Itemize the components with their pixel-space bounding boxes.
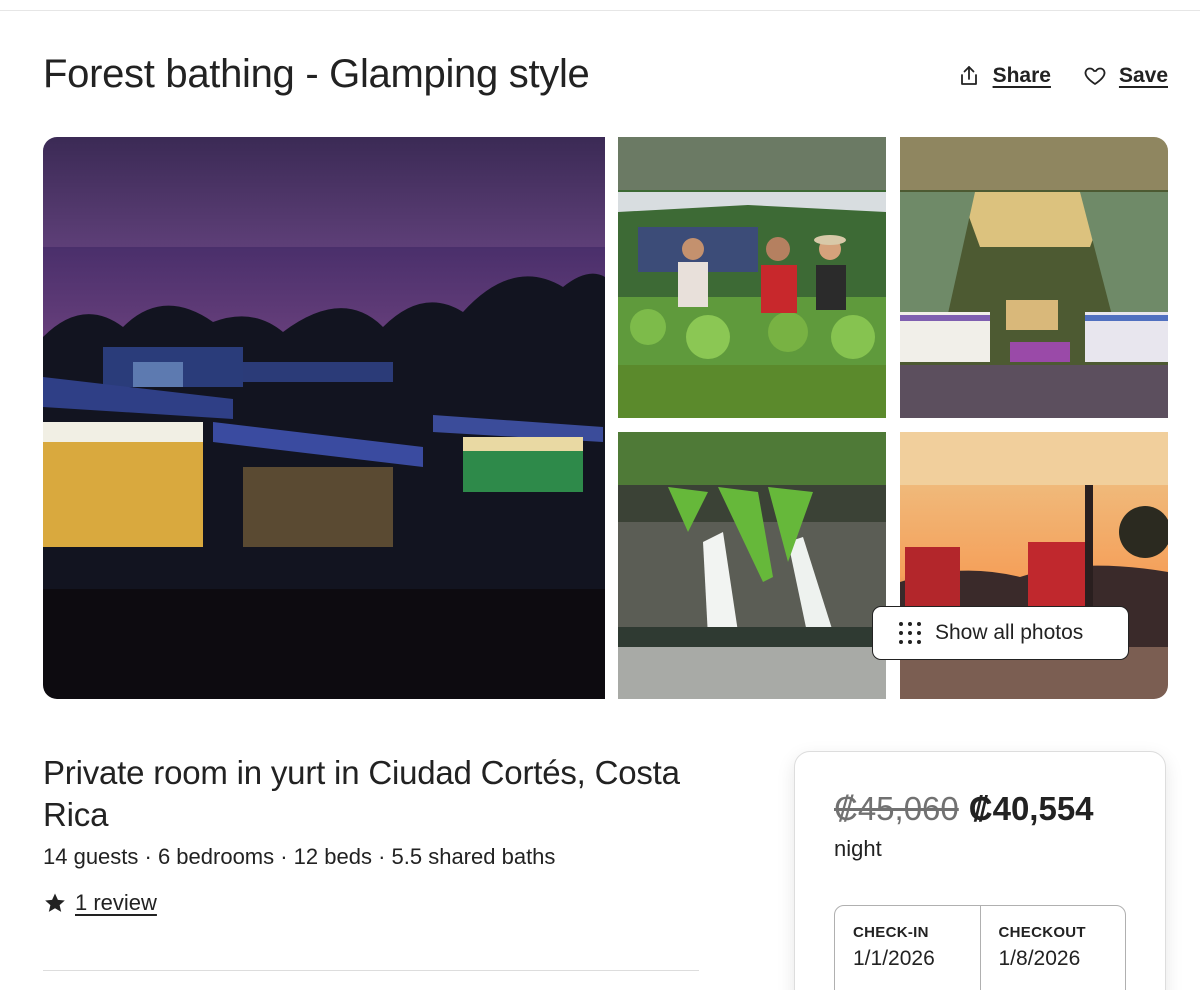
checkout-field[interactable]: CHECKOUT 1/8/2026 — [979, 906, 1126, 990]
checkout-value: 1/8/2026 — [998, 947, 1081, 970]
photo-garden-people[interactable] — [618, 137, 886, 418]
booking-card: ₡45,060 ₡40,554 night CHECK-IN 1/1/2026 … — [794, 751, 1166, 990]
show-all-photos-button[interactable]: Show all photos — [872, 606, 1129, 660]
original-price: ₡45,060 — [834, 790, 959, 827]
share-button[interactable]: Share — [957, 64, 1051, 88]
checkin-field[interactable]: CHECK-IN 1/1/2026 — [835, 906, 980, 990]
listing-title: Private room in yurt in Ciudad Cortés, C… — [43, 754, 680, 833]
top-divider — [0, 10, 1200, 11]
reviews-link[interactable]: 1 review — [75, 890, 157, 916]
price-row: ₡45,060 ₡40,554 — [834, 790, 1094, 828]
date-picker: CHECK-IN 1/1/2026 CHECKOUT 1/8/2026 — [834, 905, 1126, 990]
share-icon — [957, 64, 981, 88]
title-row: Forest bathing - Glamping style Share Sa… — [43, 48, 1168, 104]
checkin-value: 1/1/2026 — [853, 947, 935, 970]
review-row: 1 review — [43, 890, 723, 916]
photo-waterfall[interactable] — [618, 432, 886, 699]
price-unit: night — [834, 836, 882, 861]
listing-summary: Private room in yurt in Ciudad Cortés, C… — [43, 752, 723, 916]
grid-dots-icon — [899, 622, 921, 644]
save-label: Save — [1118, 64, 1168, 87]
heart-icon — [1083, 64, 1107, 88]
save-button[interactable]: Save — [1083, 64, 1168, 88]
share-label: Share — [992, 64, 1051, 87]
main-photo-tents-at-dusk[interactable] — [43, 137, 605, 699]
photo-gallery: Show all photos — [43, 137, 1168, 699]
discounted-price: ₡40,554 — [968, 790, 1094, 827]
checkout-label: CHECKOUT — [998, 924, 1086, 941]
listing-details: 14 guests · 6 bedrooms · 12 beds · 5.5 s… — [43, 844, 556, 869]
star-icon — [43, 891, 67, 915]
checkin-label: CHECK-IN — [853, 924, 929, 941]
header-actions: Share Save — [957, 64, 1168, 88]
section-divider — [43, 970, 699, 971]
photo-tent-interior[interactable] — [900, 137, 1168, 418]
show-all-photos-label: Show all photos — [935, 621, 1084, 644]
page-title: Forest bathing - Glamping style — [43, 52, 590, 96]
